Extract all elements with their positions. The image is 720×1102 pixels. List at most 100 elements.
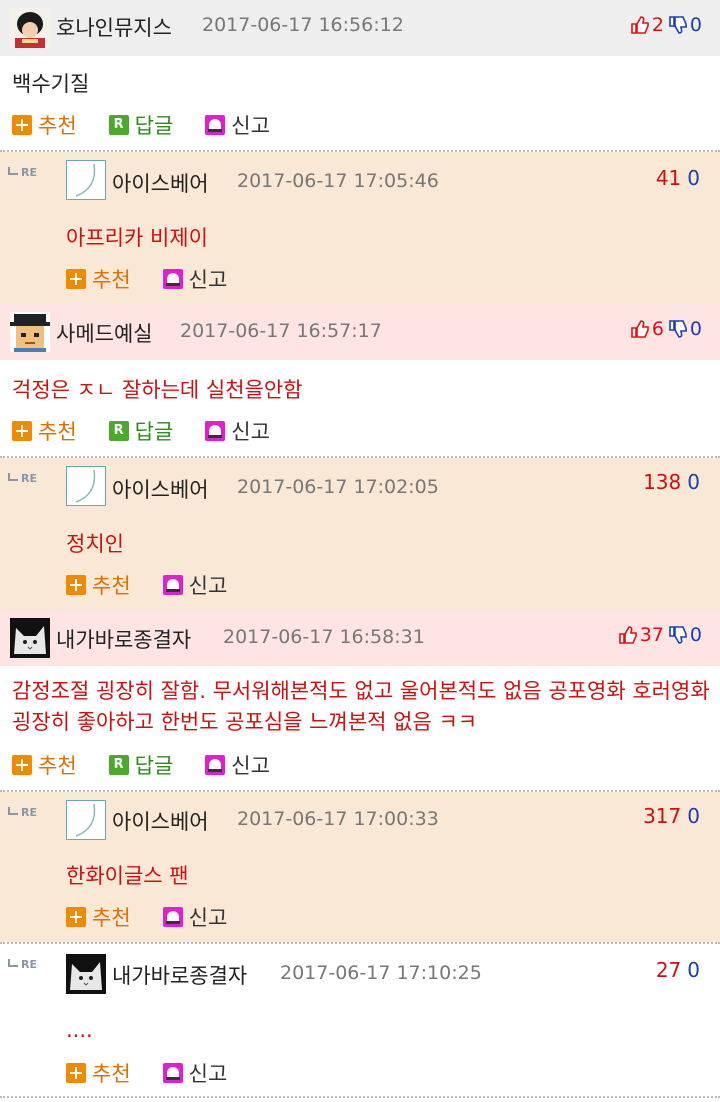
thumbs-up-icon[interactable] — [630, 15, 650, 35]
siren-icon — [162, 575, 183, 595]
downvote-count: 0 — [689, 318, 702, 340]
upvote-count: 27 — [655, 958, 682, 982]
reply-nickname[interactable]: 아이스베어 — [112, 168, 209, 198]
comment-nickname[interactable]: 사메드예실 — [56, 318, 153, 348]
report-button[interactable]: 신고 — [162, 1058, 227, 1088]
comment-nickname[interactable]: 호나인뮤지스 — [56, 12, 172, 42]
user-avatar-icon[interactable] — [10, 618, 50, 658]
default-avatar-icon[interactable] — [66, 466, 106, 506]
report-button[interactable]: 신고 — [205, 416, 270, 446]
reply-text: 아프리카 비제이 — [66, 226, 208, 250]
reply-icon: R — [108, 115, 129, 135]
siren-icon — [205, 421, 226, 441]
reply-indicator: RE — [8, 166, 37, 179]
reply-indicator: RE — [8, 472, 37, 485]
reply-button[interactable]: R 답글 — [108, 416, 173, 446]
comment-text: 걱정은 ㅈㄴ 잘하는데 실천을안함 — [12, 378, 303, 402]
comment-header: 사메드예실 2017-06-17 16:57:17 6 0 — [0, 304, 720, 360]
reply-icon: R — [108, 421, 129, 441]
siren-icon — [162, 907, 183, 927]
plus-icon — [66, 575, 86, 595]
reply-nickname[interactable]: 아이스베어 — [112, 806, 209, 836]
recommend-button[interactable]: 추천 — [12, 750, 77, 780]
report-button[interactable]: 신고 — [162, 902, 227, 932]
reply-text: .... — [66, 1018, 93, 1042]
plus-icon — [66, 907, 86, 927]
reply-indicator: RE — [8, 958, 37, 971]
comment-text: 감정조절 굉장히 잘함. 무서워해본적도 없고 울어본적도 없음 공포영화 호러… — [12, 679, 710, 734]
comment-actions: 추천 R 답글 신고 — [12, 112, 302, 138]
plus-icon — [66, 1063, 86, 1083]
downvote-count: 0 — [687, 166, 700, 190]
recommend-button[interactable]: 추천 — [66, 570, 131, 600]
comment-text: 백수기질 — [12, 72, 90, 96]
reply-nickname[interactable]: 내가바로종결자 — [112, 960, 247, 990]
comment-date: 2017-06-17 16:57:17 — [180, 320, 382, 342]
reply-actions: 추천 신고 — [66, 904, 259, 930]
downvote-count: 0 — [689, 624, 702, 646]
thumbs-down-icon[interactable] — [668, 625, 688, 645]
report-button[interactable]: 신고 — [162, 570, 227, 600]
reply-vote-counter: 27 0 — [656, 958, 700, 982]
reply-nickname[interactable]: 아이스베어 — [112, 474, 209, 504]
thumbs-down-icon[interactable] — [668, 15, 688, 35]
reply-date: 2017-06-17 17:00:33 — [237, 808, 439, 830]
plus-icon — [12, 421, 32, 441]
plus-icon — [12, 115, 32, 135]
user-avatar-icon[interactable] — [10, 312, 50, 352]
downvote-count: 0 — [687, 470, 700, 494]
recommend-button[interactable]: 추천 — [12, 416, 77, 446]
reply-vote-counter: 138 0 — [643, 470, 700, 494]
reply-date: 2017-06-17 17:10:25 — [280, 962, 482, 984]
recommend-button[interactable]: 추천 — [66, 1058, 131, 1088]
reply-vote-counter: 317 0 — [643, 804, 700, 828]
downvote-count: 0 — [687, 804, 700, 828]
report-button[interactable]: 신고 — [162, 264, 227, 294]
thumbs-up-icon[interactable] — [630, 319, 650, 339]
recommend-button[interactable]: 추천 — [66, 264, 131, 294]
recommend-button[interactable]: 추천 — [66, 902, 131, 932]
default-avatar-icon[interactable] — [66, 800, 106, 840]
reply-actions: 추천 신고 — [66, 266, 259, 292]
vote-counter: 2 0 — [628, 14, 702, 36]
user-avatar-icon[interactable] — [10, 8, 50, 48]
thumbs-up-icon[interactable] — [618, 625, 638, 645]
reply-comment: RE 내가바로종결자 2017-06-17 17:10:25 27 0 .... … — [0, 944, 720, 1094]
reply-icon: R — [108, 755, 129, 775]
comment-header: 내가바로종결자 2017-06-17 16:58:31 37 0 — [0, 610, 720, 666]
upvote-count: 6 — [651, 318, 664, 340]
comment-actions: 추천 R 답글 신고 — [12, 752, 302, 778]
report-button[interactable]: 신고 — [205, 110, 270, 140]
recommend-button[interactable]: 추천 — [12, 110, 77, 140]
siren-icon — [162, 269, 183, 289]
reply-vote-counter: 41 0 — [656, 166, 700, 190]
user-avatar-icon[interactable] — [66, 954, 106, 994]
reply-text: 한화이글스 팬 — [66, 864, 189, 888]
upvote-count: 41 — [655, 166, 682, 190]
upvote-count: 2 — [651, 14, 664, 36]
downvote-count: 0 — [687, 958, 700, 982]
reply-comment: RE 아이스베어 2017-06-17 17:02:05 138 0 정치인 추천… — [0, 458, 720, 610]
plus-icon — [12, 755, 32, 775]
reply-button[interactable]: R 답글 — [108, 750, 173, 780]
comment-actions: 추천 R 답글 신고 — [12, 418, 302, 444]
reply-text: 정치인 — [66, 532, 124, 556]
report-button[interactable]: 신고 — [205, 750, 270, 780]
default-avatar-icon[interactable] — [66, 160, 106, 200]
upvote-count: 37 — [639, 624, 664, 646]
thumbs-down-icon[interactable] — [668, 319, 688, 339]
siren-icon — [162, 1063, 183, 1083]
upvote-count: 317 — [643, 804, 682, 828]
comment-header: 호나인뮤지스 2017-06-17 16:56:12 2 0 — [0, 0, 720, 56]
siren-icon — [205, 115, 226, 135]
reply-button[interactable]: R 답글 — [108, 110, 173, 140]
comment-nickname[interactable]: 내가바로종결자 — [56, 624, 191, 654]
comment-date: 2017-06-17 16:56:12 — [202, 14, 404, 36]
reply-date: 2017-06-17 17:05:46 — [237, 170, 439, 192]
reply-comment: RE 아이스베어 2017-06-17 17:05:46 41 0 아프리카 비제… — [0, 152, 720, 304]
divider — [0, 1096, 720, 1098]
siren-icon — [205, 755, 226, 775]
vote-counter: 6 0 — [628, 318, 702, 340]
plus-icon — [66, 269, 86, 289]
reply-actions: 추천 신고 — [66, 572, 259, 598]
